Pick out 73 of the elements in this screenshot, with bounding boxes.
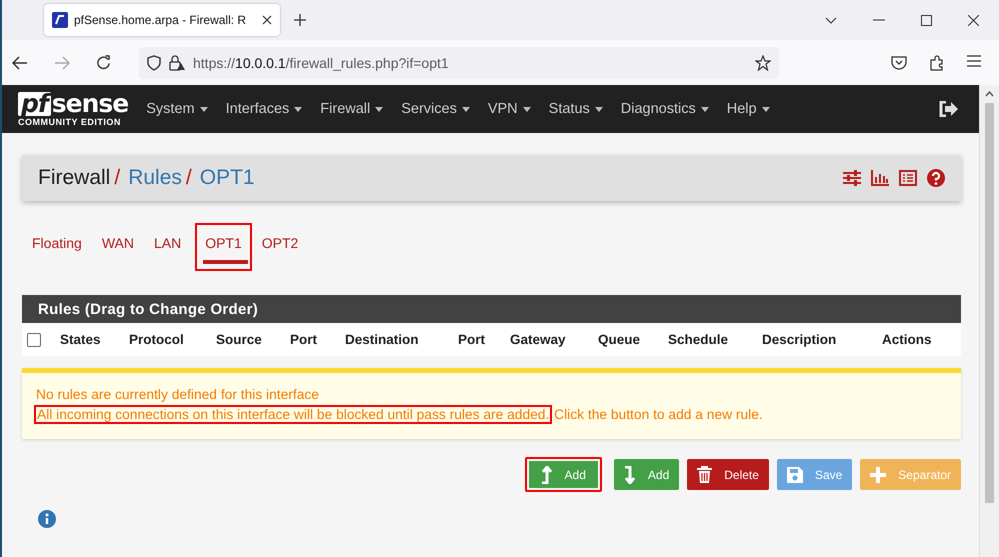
column-header: Protocol bbox=[129, 332, 185, 347]
menu-item[interactable]: Firewall bbox=[320, 101, 384, 117]
table-title: Rules (Drag to Change Order) bbox=[22, 295, 961, 323]
minimize-icon[interactable] bbox=[873, 19, 885, 21]
info-icon[interactable] bbox=[38, 510, 56, 528]
menu-item[interactable]: VPN bbox=[488, 101, 531, 117]
tab[interactable]: OPT1 bbox=[195, 223, 252, 271]
breadcrumb-item[interactable]: OPT1 bbox=[200, 166, 255, 190]
column-header: States bbox=[60, 332, 102, 347]
back-icon[interactable] bbox=[12, 56, 28, 70]
add-button[interactable]: Add bbox=[614, 459, 680, 490]
caret-icon bbox=[594, 106, 603, 112]
tab[interactable]: Floating bbox=[22, 223, 92, 271]
arrow-up-icon bbox=[540, 466, 553, 484]
notice-text: All incoming connections on this interface will be blocked until pass rules are added. Click the button to add a new rule. bbox=[36, 405, 949, 425]
menu-item[interactable]: Interfaces bbox=[226, 101, 302, 117]
chevron-down-icon[interactable] bbox=[825, 16, 837, 24]
breadcrumb-separator: / bbox=[186, 166, 192, 190]
address-bar[interactable]: https://10.0.0.1/firewall_rules.php?if=opt1 bbox=[139, 46, 779, 78]
checkbox[interactable] bbox=[27, 332, 41, 346]
column-header: Port bbox=[290, 332, 318, 347]
breadcrumb-item[interactable]: Rules bbox=[128, 166, 182, 190]
list-icon[interactable] bbox=[899, 170, 917, 186]
scrollbar-thumb[interactable] bbox=[985, 103, 994, 503]
breadcrumb-separator: / bbox=[114, 166, 120, 190]
tab[interactable]: OPT2 bbox=[252, 223, 308, 271]
browser-tab[interactable]: pfSense.home.arpa - Firewall: R bbox=[44, 4, 280, 36]
notice-text: No rules are currently defined for this interface bbox=[36, 386, 320, 404]
column-header: Schedule bbox=[668, 332, 730, 347]
column-header: Actions bbox=[882, 332, 933, 347]
add-button[interactable]: Add bbox=[524, 457, 602, 492]
reload-icon[interactable] bbox=[96, 55, 111, 70]
logout-icon[interactable] bbox=[939, 101, 959, 117]
help-icon[interactable] bbox=[927, 169, 945, 187]
column-header: Port bbox=[458, 332, 486, 347]
column-header: Queue bbox=[598, 332, 642, 347]
delete-button[interactable]: Delete bbox=[687, 459, 769, 490]
star-icon[interactable] bbox=[755, 54, 771, 70]
menu-item[interactable]: System bbox=[146, 101, 208, 117]
trash-icon bbox=[697, 466, 712, 484]
column-header: Source bbox=[216, 332, 263, 347]
tab[interactable]: LAN bbox=[144, 223, 192, 271]
tab[interactable]: WAN bbox=[92, 223, 144, 271]
caret-icon bbox=[700, 106, 709, 112]
breadcrumb-item: Firewall bbox=[38, 166, 110, 190]
menu-icon[interactable] bbox=[967, 54, 981, 66]
arrow-down-icon bbox=[624, 466, 636, 484]
caret-icon bbox=[200, 106, 208, 112]
menu-item[interactable]: Status bbox=[548, 101, 603, 117]
extensions-icon[interactable] bbox=[929, 54, 945, 70]
bar-chart-icon[interactable] bbox=[871, 170, 889, 186]
lock-warning-icon bbox=[169, 54, 185, 70]
caret-icon bbox=[522, 106, 531, 112]
scroll-up-icon[interactable] bbox=[985, 91, 994, 97]
column-header: Description bbox=[762, 332, 838, 347]
maximize-icon[interactable] bbox=[921, 14, 932, 26]
menu-item[interactable]: Help bbox=[726, 101, 770, 117]
close-icon[interactable] bbox=[262, 15, 272, 25]
caret-icon bbox=[762, 106, 770, 112]
logo-icon bbox=[52, 12, 68, 28]
caret-icon bbox=[375, 106, 384, 112]
sliders-icon[interactable] bbox=[843, 170, 861, 186]
plus-icon bbox=[870, 466, 886, 482]
menu-item[interactable]: Services bbox=[401, 101, 470, 117]
caret-icon bbox=[294, 106, 302, 112]
column-header: Destination bbox=[345, 332, 420, 347]
column-header: Gateway bbox=[510, 332, 567, 347]
pocket-icon[interactable] bbox=[891, 54, 907, 70]
new-tab-icon[interactable] bbox=[294, 14, 306, 26]
caret-icon bbox=[462, 106, 470, 112]
close-icon[interactable] bbox=[968, 14, 979, 26]
shield-icon bbox=[147, 54, 161, 70]
menu-item[interactable]: Diagnostics bbox=[620, 101, 709, 117]
